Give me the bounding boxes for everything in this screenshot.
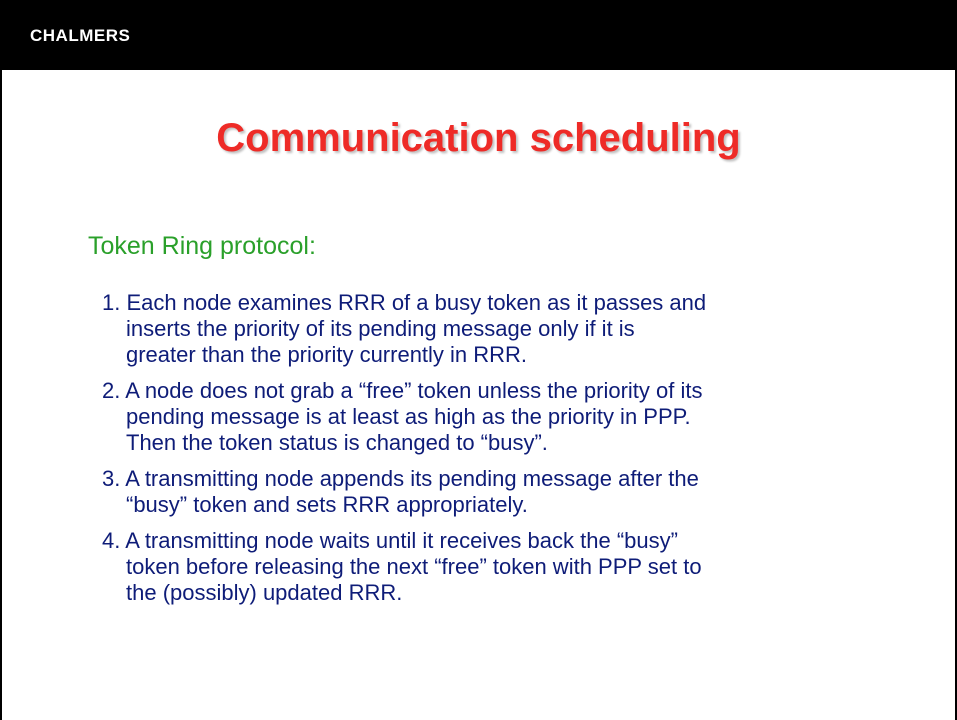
protocol-step: 3. A transmitting node appends its pendi… [102, 466, 902, 518]
step-line: 2. A node does not grab a “free” token u… [102, 378, 703, 403]
step-line: Then the token status is changed to “bus… [126, 430, 548, 455]
step-line: greater than the priority currently in R… [126, 342, 528, 367]
protocol-step: 2. A node does not grab a “free” token u… [102, 378, 902, 456]
step-line: 4. A transmitting node waits until it re… [102, 528, 678, 553]
step-line: 3. A transmitting node appends its pendi… [102, 466, 699, 491]
protocol-step: 4. A transmitting node waits until it re… [102, 528, 902, 606]
step-line: pending message is at least as high as t… [126, 404, 691, 429]
chalmers-logo: CHALMERS [30, 26, 131, 45]
protocol-step: 1. Each node examines RRR of a busy toke… [102, 290, 902, 368]
header-bar: CHALMERS [0, 0, 957, 70]
protocol-steps-list: 1. Each node examines RRR of a busy toke… [102, 290, 902, 616]
slide-title: Communication scheduling [216, 116, 741, 160]
step-line: 1. Each node examines RRR of a busy toke… [102, 290, 707, 315]
section-heading: Token Ring protocol: [88, 232, 316, 260]
step-line: inserts the priority of its pending mess… [126, 316, 635, 341]
step-line: the (possibly) updated RRR. [126, 580, 403, 605]
step-line: “busy” token and sets RRR appropriately. [126, 492, 528, 517]
step-line: token before releasing the next “free” t… [126, 554, 702, 579]
